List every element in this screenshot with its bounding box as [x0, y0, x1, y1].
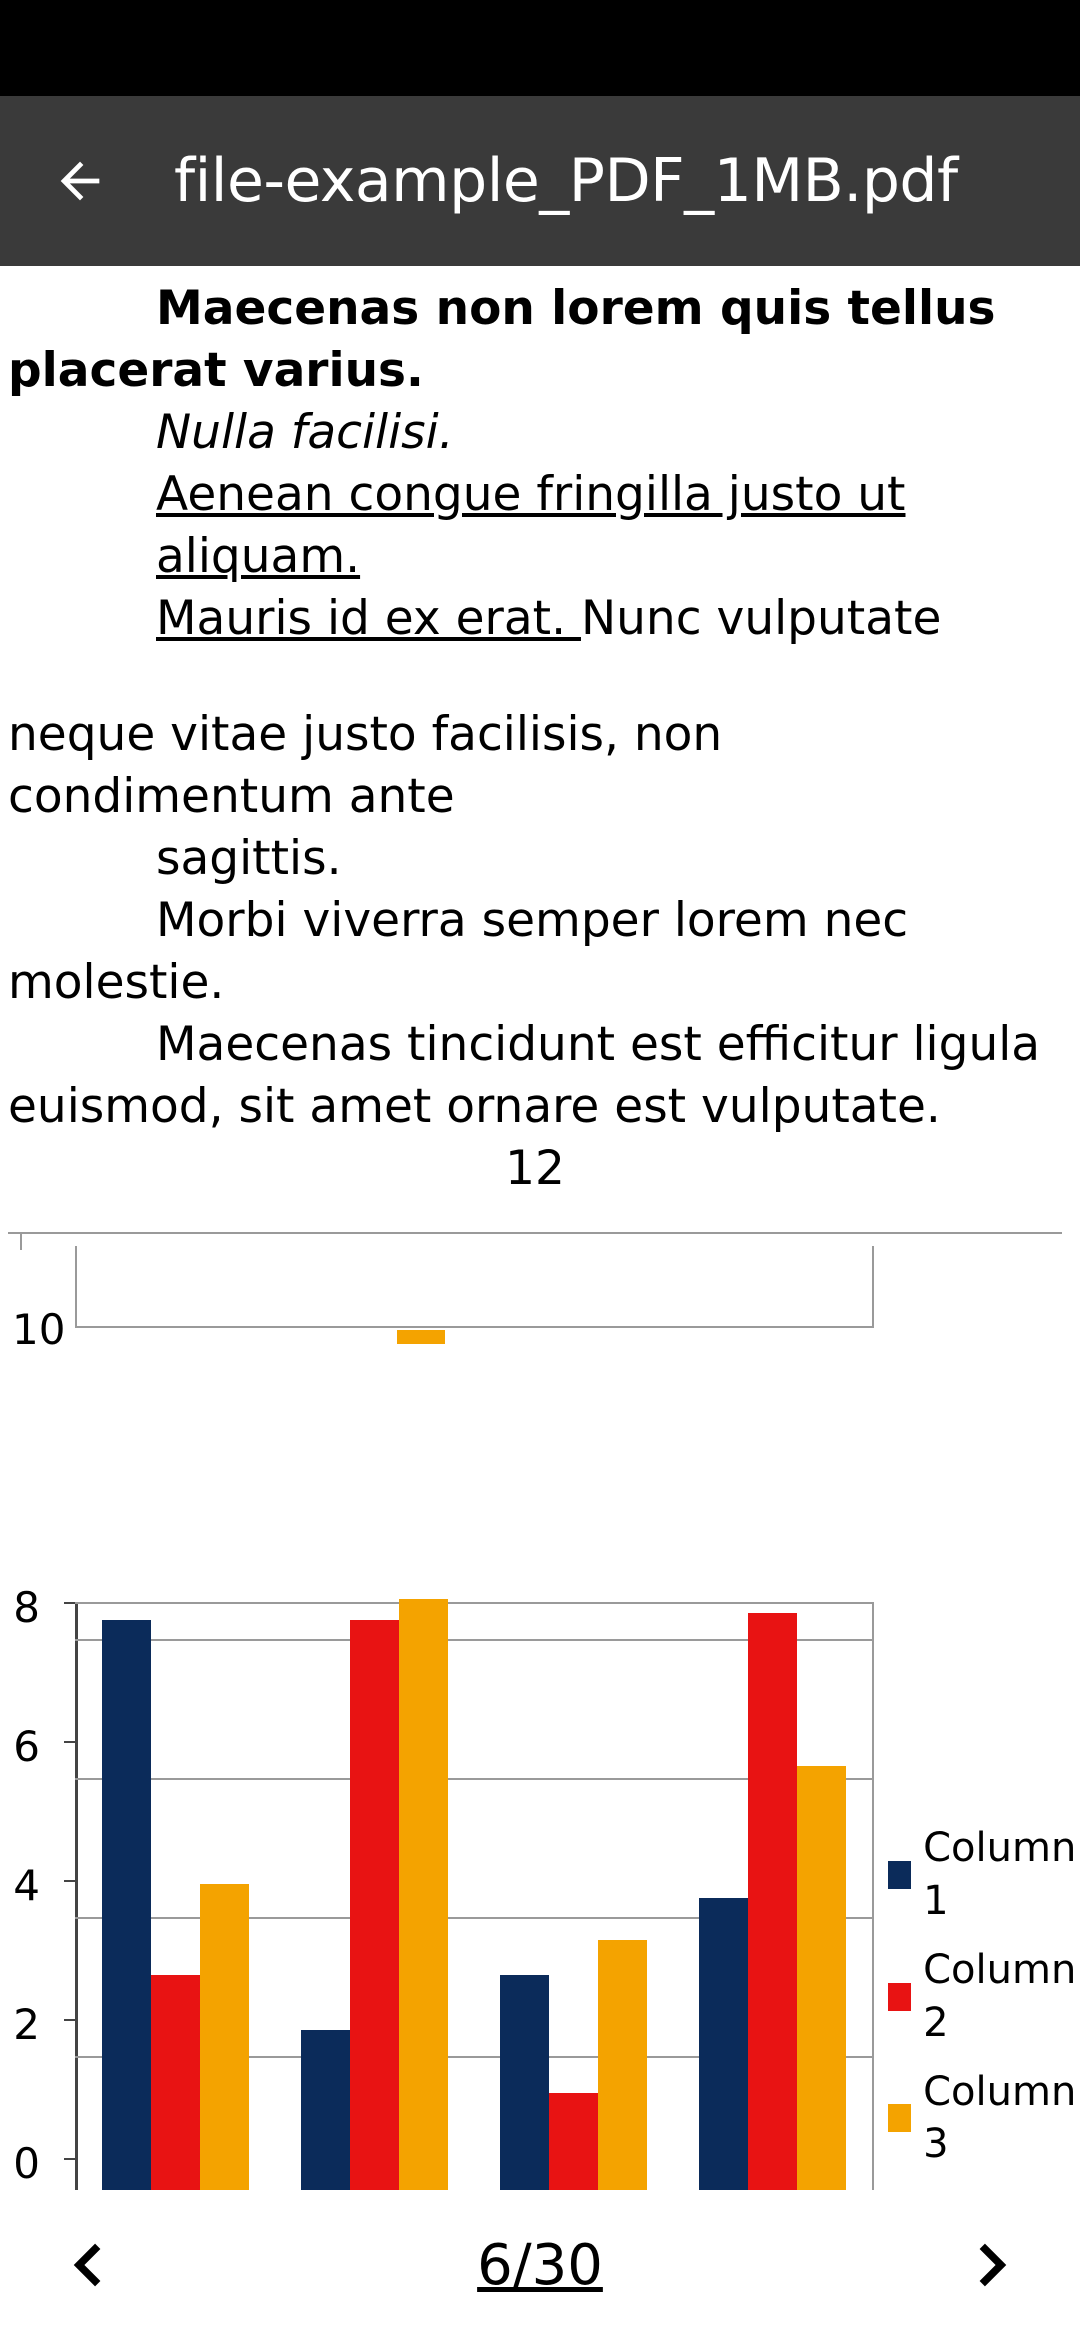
document-body[interactable]: Maecenas non lorem quis tellus placerat …	[0, 266, 1080, 2340]
doc-line-sagittis: sagittis.	[8, 828, 1062, 890]
ytick-4: 4	[0, 1858, 40, 1913]
bar-row1-col1	[102, 1620, 151, 2197]
status-bar	[0, 0, 1080, 96]
doc-line-neque: neque vitae justo facilisis, non condime…	[8, 704, 1062, 828]
bar-row4-col1	[699, 1898, 748, 2197]
ytick-2: 2	[0, 1997, 40, 2052]
doc-line-mauris: Mauris id ex erat. Nunc vulputate	[8, 588, 1062, 650]
ytick-8: 8	[0, 1580, 40, 1635]
back-button[interactable]	[44, 145, 116, 217]
bar-row3-col1	[500, 1975, 549, 2197]
next-page-button[interactable]	[954, 2225, 1034, 2305]
legend-swatch-2	[888, 1983, 911, 2011]
doc-line-morbi: Morbi viverra semper lorem nec molestie.	[8, 890, 1062, 1014]
doc-line-maecenas2: Maecenas tincidunt est efficitur ligula …	[8, 1014, 1062, 1138]
chart-top-bar-stub	[397, 1330, 445, 1344]
pager-bar: 6/30	[0, 2190, 1080, 2340]
document-title: file-example_PDF_1MB.pdf	[174, 146, 958, 216]
legend-item-3: Column 3	[888, 2066, 1080, 2172]
bar-row4-col3	[797, 1766, 846, 2197]
doc-line-underline-1: Aenean congue fringilla justo ut aliquam…	[8, 464, 1062, 588]
doc-number-12: 12	[8, 1138, 1062, 1200]
app-bar: file-example_PDF_1MB.pdf	[0, 96, 1080, 266]
prev-page-button[interactable]	[46, 2225, 126, 2305]
arrow-left-icon	[51, 152, 109, 210]
ytick-6: 6	[0, 1719, 40, 1774]
plot-area	[75, 1602, 874, 2197]
chart-fragment-top: 10	[8, 1232, 1062, 1382]
doc-line-italic: Nulla facilisi.	[8, 402, 1062, 464]
bar-row2-col3	[399, 1599, 448, 2197]
ytick-0: 0	[0, 2136, 40, 2191]
chart-top-tick-label: 10	[12, 1302, 65, 1357]
chevron-right-icon	[962, 2233, 1026, 2297]
chart-legend: Column 1 Column 2 Column 3	[888, 1822, 1080, 2187]
bar-row2-col2	[350, 1620, 399, 2197]
legend-swatch-3	[888, 2104, 911, 2132]
bar-row1-col3	[200, 1884, 249, 2197]
bar-row3-col3	[598, 1940, 647, 2197]
bar-row3-col2	[549, 2093, 598, 2197]
bar-row4-col2	[748, 1613, 797, 2197]
chevron-left-icon	[54, 2233, 118, 2297]
doc-heading-bold: Maecenas non lorem quis tellus placerat …	[8, 278, 1062, 402]
legend-item-1: Column 1	[888, 1822, 1080, 1928]
legend-item-2: Column 2	[888, 1944, 1080, 2050]
legend-swatch-1	[888, 1861, 911, 1889]
bar-row1-col2	[151, 1975, 200, 2197]
bar-row2-col1	[301, 2030, 350, 2197]
page-indicator[interactable]: 6/30	[477, 2233, 603, 2298]
